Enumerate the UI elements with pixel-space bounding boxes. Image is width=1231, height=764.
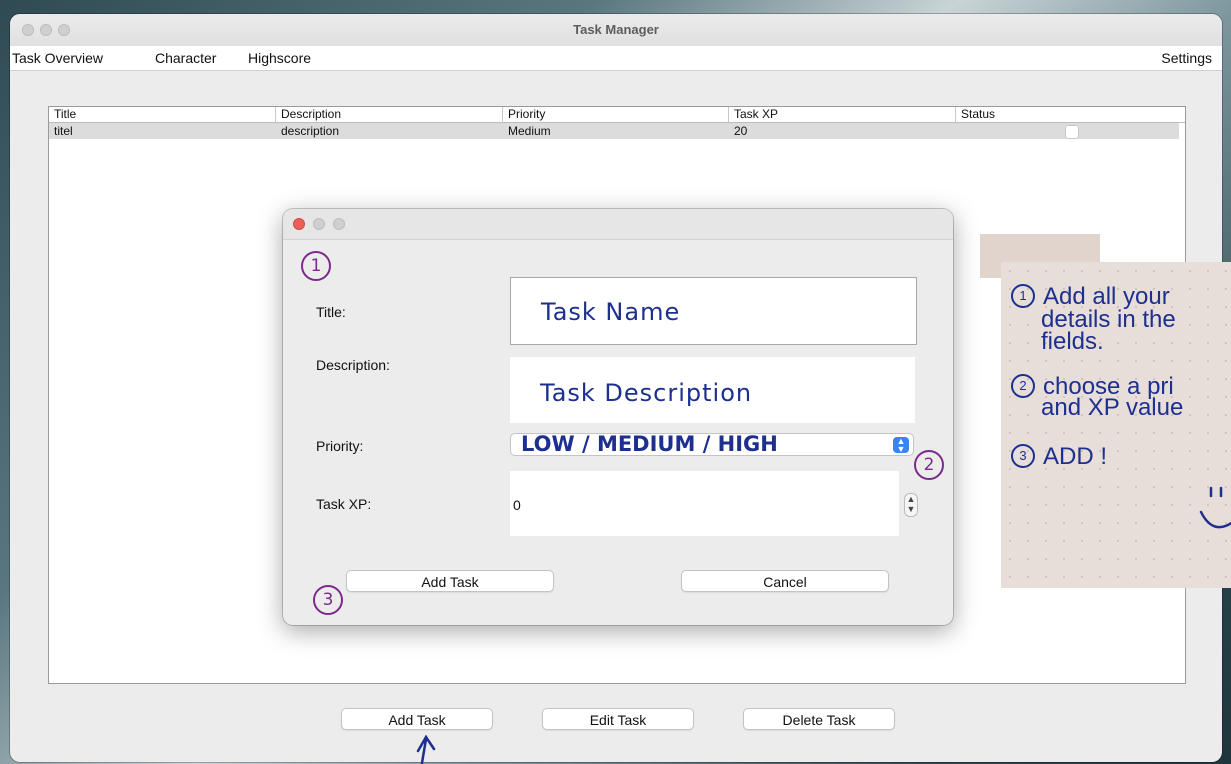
column-header-status[interactable]: Status bbox=[956, 107, 1186, 122]
menu-highscore[interactable]: Highscore bbox=[248, 50, 311, 66]
table-header: Title Description Priority Task XP Statu… bbox=[49, 107, 1185, 123]
description-label: Description: bbox=[316, 357, 390, 373]
description-input-value: Task Description bbox=[540, 379, 753, 407]
cell-task-xp: 20 bbox=[734, 124, 748, 138]
priority-select[interactable]: LOW / MEDIUM / HIGH ▲ ▼ bbox=[510, 432, 914, 456]
menu-task-overview[interactable]: Task Overview bbox=[12, 50, 103, 66]
cell-description: description bbox=[281, 124, 340, 138]
note-step-3: 3 ADD ! bbox=[1011, 444, 1107, 469]
column-header-task-xp[interactable]: Task XP bbox=[729, 107, 956, 122]
instruction-note: 1 Add all your details in the fields. 2 ch… bbox=[1001, 262, 1231, 588]
table-row[interactable]: titel description Medium 20 bbox=[49, 123, 1179, 139]
title-input-value: Task Name bbox=[541, 298, 681, 326]
select-arrows-icon: ▲ ▼ bbox=[893, 437, 909, 454]
dialog-title-bar bbox=[283, 209, 953, 240]
description-input[interactable]: Task Description bbox=[510, 357, 915, 423]
step-2-annotation: 2 bbox=[914, 450, 944, 480]
add-task-dialog: 1 Title: Task Name Description: Task Des… bbox=[283, 209, 953, 625]
title-bar: Task Manager bbox=[10, 14, 1222, 47]
column-header-priority[interactable]: Priority bbox=[503, 107, 729, 122]
column-header-description[interactable]: Description bbox=[276, 107, 503, 122]
menu-bar: Task Overview Character Highscore Settin… bbox=[10, 46, 1222, 71]
dialog-close-button[interactable] bbox=[293, 218, 305, 230]
window-title: Task Manager bbox=[573, 22, 659, 37]
cell-title: titel bbox=[54, 124, 73, 138]
step-3-annotation: 3 bbox=[313, 585, 343, 615]
note-badge-2: 2 bbox=[1011, 374, 1035, 398]
task-xp-input-value: 0 bbox=[513, 497, 521, 513]
add-task-button[interactable]: Add Task bbox=[341, 708, 493, 730]
note-line-5: and XP value bbox=[1041, 394, 1184, 421]
dialog-cancel-button[interactable]: Cancel bbox=[681, 570, 889, 592]
arrow-up-annotation-icon bbox=[416, 734, 436, 764]
dialog-add-task-button[interactable]: Add Task bbox=[346, 570, 554, 592]
title-input[interactable]: Task Name bbox=[510, 277, 917, 345]
note-badge-1: 1 bbox=[1011, 284, 1035, 308]
delete-task-button[interactable]: Delete Task bbox=[743, 708, 895, 730]
title-label: Title: bbox=[316, 304, 346, 320]
priority-select-value: LOW / MEDIUM / HIGH bbox=[521, 432, 778, 456]
task-xp-label: Task XP: bbox=[316, 496, 372, 512]
task-xp-input[interactable]: 0 bbox=[510, 471, 899, 536]
note-line-3: fields. bbox=[1041, 328, 1104, 355]
note-line-6: ADD ! bbox=[1043, 443, 1108, 470]
priority-label: Priority: bbox=[316, 438, 364, 454]
smiley-doodle-icon bbox=[1199, 486, 1231, 529]
status-checkbox[interactable] bbox=[1065, 125, 1079, 139]
note-badge-3: 3 bbox=[1011, 444, 1035, 468]
dialog-zoom-button[interactable] bbox=[333, 218, 345, 230]
column-header-title[interactable]: Title bbox=[49, 107, 276, 122]
menu-character[interactable]: Character bbox=[155, 50, 216, 66]
cell-priority: Medium bbox=[508, 124, 551, 138]
edit-task-button[interactable]: Edit Task bbox=[542, 708, 694, 730]
dialog-minimize-button[interactable] bbox=[313, 218, 325, 230]
step-1-annotation: 1 bbox=[301, 251, 331, 281]
task-xp-stepper[interactable]: ▲ ▼ bbox=[904, 493, 918, 517]
menu-settings[interactable]: Settings bbox=[1161, 50, 1212, 66]
